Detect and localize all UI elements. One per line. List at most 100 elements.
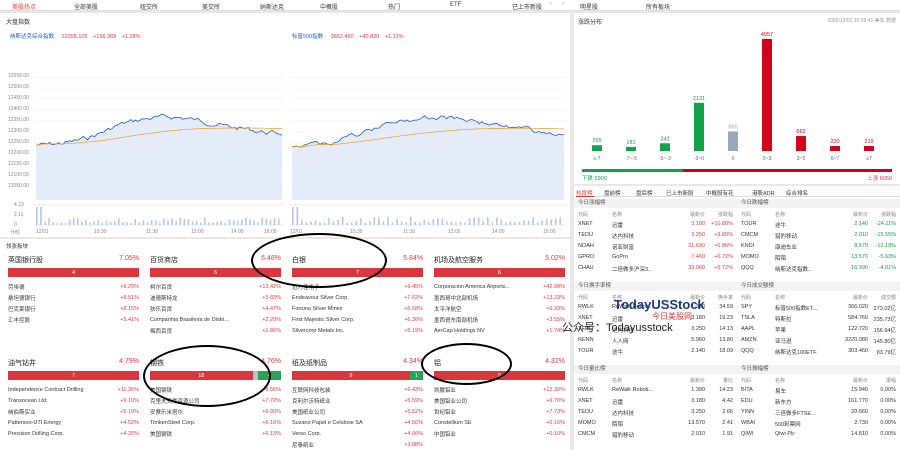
- rank-row[interactable]: RENN 人人网 5.960 13.80: [574, 337, 737, 347]
- sector-stock-row[interactable]: 克利尔沃特纸业 +5.59%: [292, 396, 423, 406]
- rank-row[interactable]: YINN 三倍做多FTSE... 20.660 0.00%: [737, 409, 900, 419]
- rank-row[interactable]: QQQ 纳斯达克100ETF 303.460 83.79亿: [737, 348, 900, 358]
- sector-stock-row[interactable]: 狄乐百货 +4.47%: [150, 304, 281, 314]
- rank-row[interactable]: TSLA 特斯拉 584.760 235.73亿: [737, 315, 900, 325]
- rank-name: 猎豹移动: [775, 234, 798, 240]
- rank-row[interactable]: KNDI 康迪车业 8.570 -12.19%: [737, 243, 900, 253]
- rank-row[interactable]: NOAH 诺亚财富 31.630 +6.86%: [574, 243, 737, 253]
- rank-row[interactable]: QQQ 纳斯达克指数... 16.990 -4.01%: [737, 265, 900, 275]
- sector-stock-row[interactable]: 桑坦德银行 +8.51%: [8, 293, 139, 303]
- sector-stock-row[interactable]: 世纪铝业 +7.73%: [434, 407, 565, 417]
- rank-row[interactable]: CMCM 猎豹移动 2.010 -15.55%: [737, 232, 900, 242]
- rank-row[interactable]: CMCM 猎豹移动 2.010 1.91: [574, 431, 737, 441]
- sector-stock-row[interactable]: Constellium SE +6.16%: [434, 418, 565, 428]
- nav-all-us[interactable]: 全部美股: [74, 2, 98, 11]
- tab-new-ipo[interactable]: 已上市新股: [666, 189, 694, 197]
- sector-name: 英国银行股: [8, 257, 43, 264]
- sector-stock-pct: +0.10%: [546, 431, 565, 437]
- rank-row[interactable]: AAPL 苹果 122.720 156.94亿: [737, 326, 900, 336]
- rank-row[interactable]: TEDU 达内科技 3.250 2.66: [574, 409, 737, 419]
- rank-row[interactable]: QIWI Qiwi Plc 14.610 0.00%: [737, 431, 900, 441]
- tab-china-concept[interactable]: 中概股有花: [706, 189, 734, 197]
- sector-stock-row[interactable]: Suzano Papel e Celulose SA +4.56%: [292, 418, 423, 428]
- nav-left-icon[interactable]: ‹: [550, 1, 552, 7]
- sector-card[interactable]: 机场及航空服务 5.02% 6 Corporacion America Airport…: [430, 251, 569, 352]
- rank-row[interactable]: AMZN 亚马逊 3220.080 145.80亿: [737, 337, 900, 347]
- rank-row[interactable]: XNET 迅雷 3.180 4.42: [574, 398, 737, 408]
- sector-stock-row[interactable]: Independence Contract Drilling +11.36%: [8, 385, 139, 395]
- sp500-chart[interactable]: 标普500指数 3662.450 +40.820 +1.13% 12/01 10…: [288, 30, 566, 235]
- sector-stock-row[interactable]: Precision Drilling Corp. +4.25%: [8, 429, 139, 439]
- sector-stock-row[interactable]: 尼泰纸业 +3.88%: [292, 440, 423, 450]
- sector-stock-row[interactable]: Corporacion America Airports... +42.99%: [434, 282, 565, 292]
- nav-etf[interactable]: ETF: [450, 2, 461, 8]
- nav-star[interactable]: 明星股: [580, 2, 598, 11]
- sector-stock-row[interactable]: 劳埃德 +9.29%: [8, 282, 139, 292]
- nav-hot[interactable]: 美股热点: [12, 2, 36, 11]
- sector-stock-row[interactable]: 安赛乐米塔尔 +6.99%: [150, 407, 281, 417]
- rank-row[interactable]: XNET 迅雷 3.180 +10.80%: [574, 221, 737, 231]
- sector-stock-row[interactable]: Silvercorp Metals Inc. +5.19%: [292, 326, 423, 336]
- tab-afterhours[interactable]: 盘后榜: [636, 189, 653, 197]
- sector-stock-row[interactable]: Fortuna Silver Mines +6.58%: [292, 304, 423, 314]
- rank-row[interactable]: TOUR 途牛 2.140 18.09: [574, 348, 737, 358]
- sector-stock-row[interactable]: 太平洋航空 +6.33%: [434, 304, 565, 314]
- rank-row[interactable]: GPRO GoPro 7.460 +6.72%: [574, 254, 737, 264]
- rank-row[interactable]: TOUR 途牛 2.140 -24.11%: [737, 221, 900, 231]
- sector-stock-row[interactable]: AerCap Holdings NV +1.74%: [434, 326, 565, 336]
- nasdaq-chart[interactable]: 纳斯达克综合指数 12355.105 +156.369 +1.28% 12550…: [6, 30, 284, 236]
- sector-stock-row[interactable]: 巴克莱银行 +8.15%: [8, 304, 139, 314]
- volume-bar: [554, 218, 557, 225]
- x-tick: 10:30: [94, 229, 107, 235]
- sector-stock-row[interactable]: 纳伯斯实业 +5.19%: [8, 407, 139, 417]
- nav-popular[interactable]: 热门: [388, 2, 400, 11]
- nav-nasdaq[interactable]: 纳斯达克: [260, 2, 284, 11]
- volume-bar: [477, 217, 480, 225]
- tab-premarket[interactable]: 盘前榜: [604, 189, 621, 197]
- volume-bar: [423, 219, 426, 225]
- rank-row[interactable]: SPY 标普500指数ET... 366.020 273.02亿: [737, 304, 900, 314]
- sector-stock-row[interactable]: Endeavour Silver Corp. +7.62%: [292, 293, 423, 303]
- sector-stock-row[interactable]: Verso Corp. +4.06%: [292, 429, 423, 439]
- sector-stock-row[interactable]: 墨西哥东南部机场 +3.55%: [434, 315, 565, 325]
- sector-card[interactable]: 油气钻井 4.79% 7 Independence Contract Drilling…: [4, 354, 143, 450]
- volume-bar: [224, 222, 227, 225]
- sector-stock-row[interactable]: 互联网科技包装 +6.43%: [292, 385, 423, 395]
- sector-card[interactable]: 纸及纸制品 4.34% 9 1 互联网科技包装 +6.43% 克利尔沃特纸业 +5.59% 美国…: [288, 354, 427, 450]
- sector-stock-row[interactable]: 美国铝业公司 +9.70%: [434, 396, 565, 406]
- sector-stock-row[interactable]: 柯尔百货 +13.42%: [150, 282, 281, 292]
- sector-stock-row[interactable]: Patterson-UTI Energy +4.52%: [8, 418, 139, 428]
- volume-bar: [473, 217, 475, 225]
- rank-row[interactable]: MOMO 陌陌 13.570 -5.63%: [737, 254, 900, 264]
- nav-china-concept[interactable]: 中概股: [320, 2, 338, 11]
- sector-stock-row[interactable]: Companhia Brasileira de Distri... +2.20%: [150, 315, 281, 325]
- rank-row[interactable]: EDU 新东方 161.770 0.00%: [737, 398, 900, 408]
- sector-stock-row[interactable]: 中国铝业 +0.10%: [434, 429, 565, 439]
- rank-row[interactable]: RWLK ReWalk Roboti... 1.390 14.23: [574, 387, 737, 397]
- rank-row[interactable]: BITA 易车 15.940 0.00%: [737, 387, 900, 397]
- volume-bar: [346, 222, 348, 225]
- sector-card[interactable]: 英国银行股 7.05% 4 劳埃德 +9.29% 桑坦德银行 +8.51% 巴克莱银行 +8.1…: [4, 251, 143, 352]
- rank-row[interactable]: MOMO 陌陌 13.570 2.41: [574, 420, 737, 430]
- sector-stock-row[interactable]: First Majestic Silver Corp. +6.36%: [292, 315, 423, 325]
- sector-stock-row[interactable]: 凯撒铝业 +12.30%: [434, 385, 565, 395]
- sector-stock-row[interactable]: TimkenSteel Corp. +6.16%: [150, 418, 281, 428]
- sector-stock-row[interactable]: 梅西百货 +1.86%: [150, 326, 281, 336]
- nav-ipo[interactable]: 已上市新股: [512, 2, 542, 11]
- rank-row[interactable]: CHAU 二倍做多沪深3... 39.960 +5.72%: [574, 265, 737, 275]
- nav-nyse[interactable]: 纽交所: [140, 2, 158, 11]
- tab-overall-rank[interactable]: 综合排名: [786, 189, 808, 197]
- rank-row[interactable]: TEDU 达内科技 3.250 +9.80%: [574, 232, 737, 242]
- tab-hk-adr[interactable]: 港股ADR: [752, 189, 775, 197]
- nav-amex[interactable]: 美交所: [202, 2, 220, 11]
- sector-stock-row[interactable]: 迪德斯特龙 +5.83%: [150, 293, 281, 303]
- distribution-bar-value: 865: [728, 124, 737, 130]
- sector-stock-row[interactable]: 墨西哥中北部机场 +13.23%: [434, 293, 565, 303]
- rank-row[interactable]: WBAI 500彩票网 2.730 0.00%: [737, 420, 900, 430]
- sector-stock-row[interactable]: 汇丰控股 +5.41%: [8, 315, 139, 325]
- sector-stock-row[interactable]: 美国钢铁 +6.13%: [150, 429, 281, 439]
- nav-all-sectors[interactable]: 所有板块: [646, 2, 670, 11]
- sector-stock-row[interactable]: Transocean Ltd. +9.10%: [8, 396, 139, 406]
- nav-right-icon[interactable]: ›: [562, 1, 564, 7]
- sector-stock-row[interactable]: 美国纸业公司 +5.52%: [292, 407, 423, 417]
